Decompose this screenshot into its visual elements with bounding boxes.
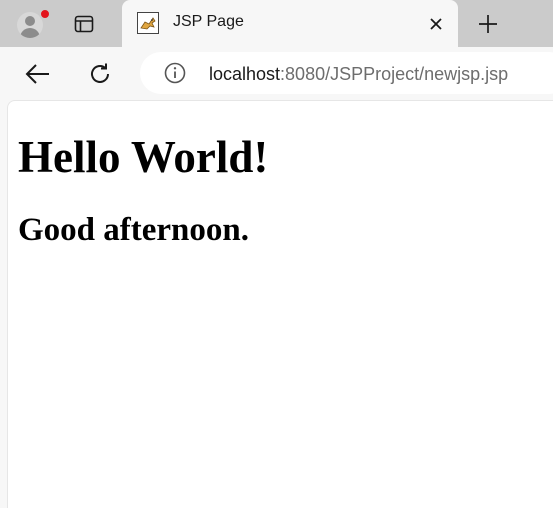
refresh-icon bbox=[91, 63, 109, 83]
address-bar[interactable]: localhost:8080/JSPProject/newjsp.jsp bbox=[140, 52, 553, 94]
page-subheading: Good afternoon. bbox=[18, 212, 249, 248]
toolbar: localhost:8080/JSPProject/newjsp.jsp bbox=[0, 47, 553, 100]
url-path: :8080/JSPProject/newjsp.jsp bbox=[280, 64, 509, 84]
tab-actions-button[interactable] bbox=[67, 8, 101, 40]
page-content: Hello World! Good afternoon. bbox=[7, 100, 553, 508]
profile-button[interactable] bbox=[12, 8, 51, 40]
browser-window: JSP Page localhost:8080/JSPProject/newjs… bbox=[0, 0, 553, 508]
new-tab-button[interactable] bbox=[472, 9, 504, 39]
tab-actions-icon bbox=[74, 15, 94, 33]
tab-close-button[interactable] bbox=[424, 12, 448, 36]
back-button[interactable] bbox=[22, 58, 54, 90]
notification-dot bbox=[39, 8, 51, 20]
back-arrow-icon bbox=[25, 64, 49, 84]
url-text[interactable]: localhost:8080/JSPProject/newjsp.jsp bbox=[209, 64, 508, 85]
tab-title: JSP Page bbox=[173, 13, 244, 30]
tab-active[interactable]: JSP Page bbox=[122, 0, 458, 47]
close-icon bbox=[430, 18, 442, 30]
url-host: localhost bbox=[209, 64, 281, 84]
refresh-button[interactable] bbox=[84, 58, 116, 90]
page-heading: Hello World! bbox=[18, 132, 269, 182]
tab-strip: JSP Page bbox=[0, 0, 553, 47]
plus-icon bbox=[479, 15, 497, 33]
tomcat-icon bbox=[137, 12, 159, 34]
info-icon[interactable] bbox=[164, 62, 186, 84]
